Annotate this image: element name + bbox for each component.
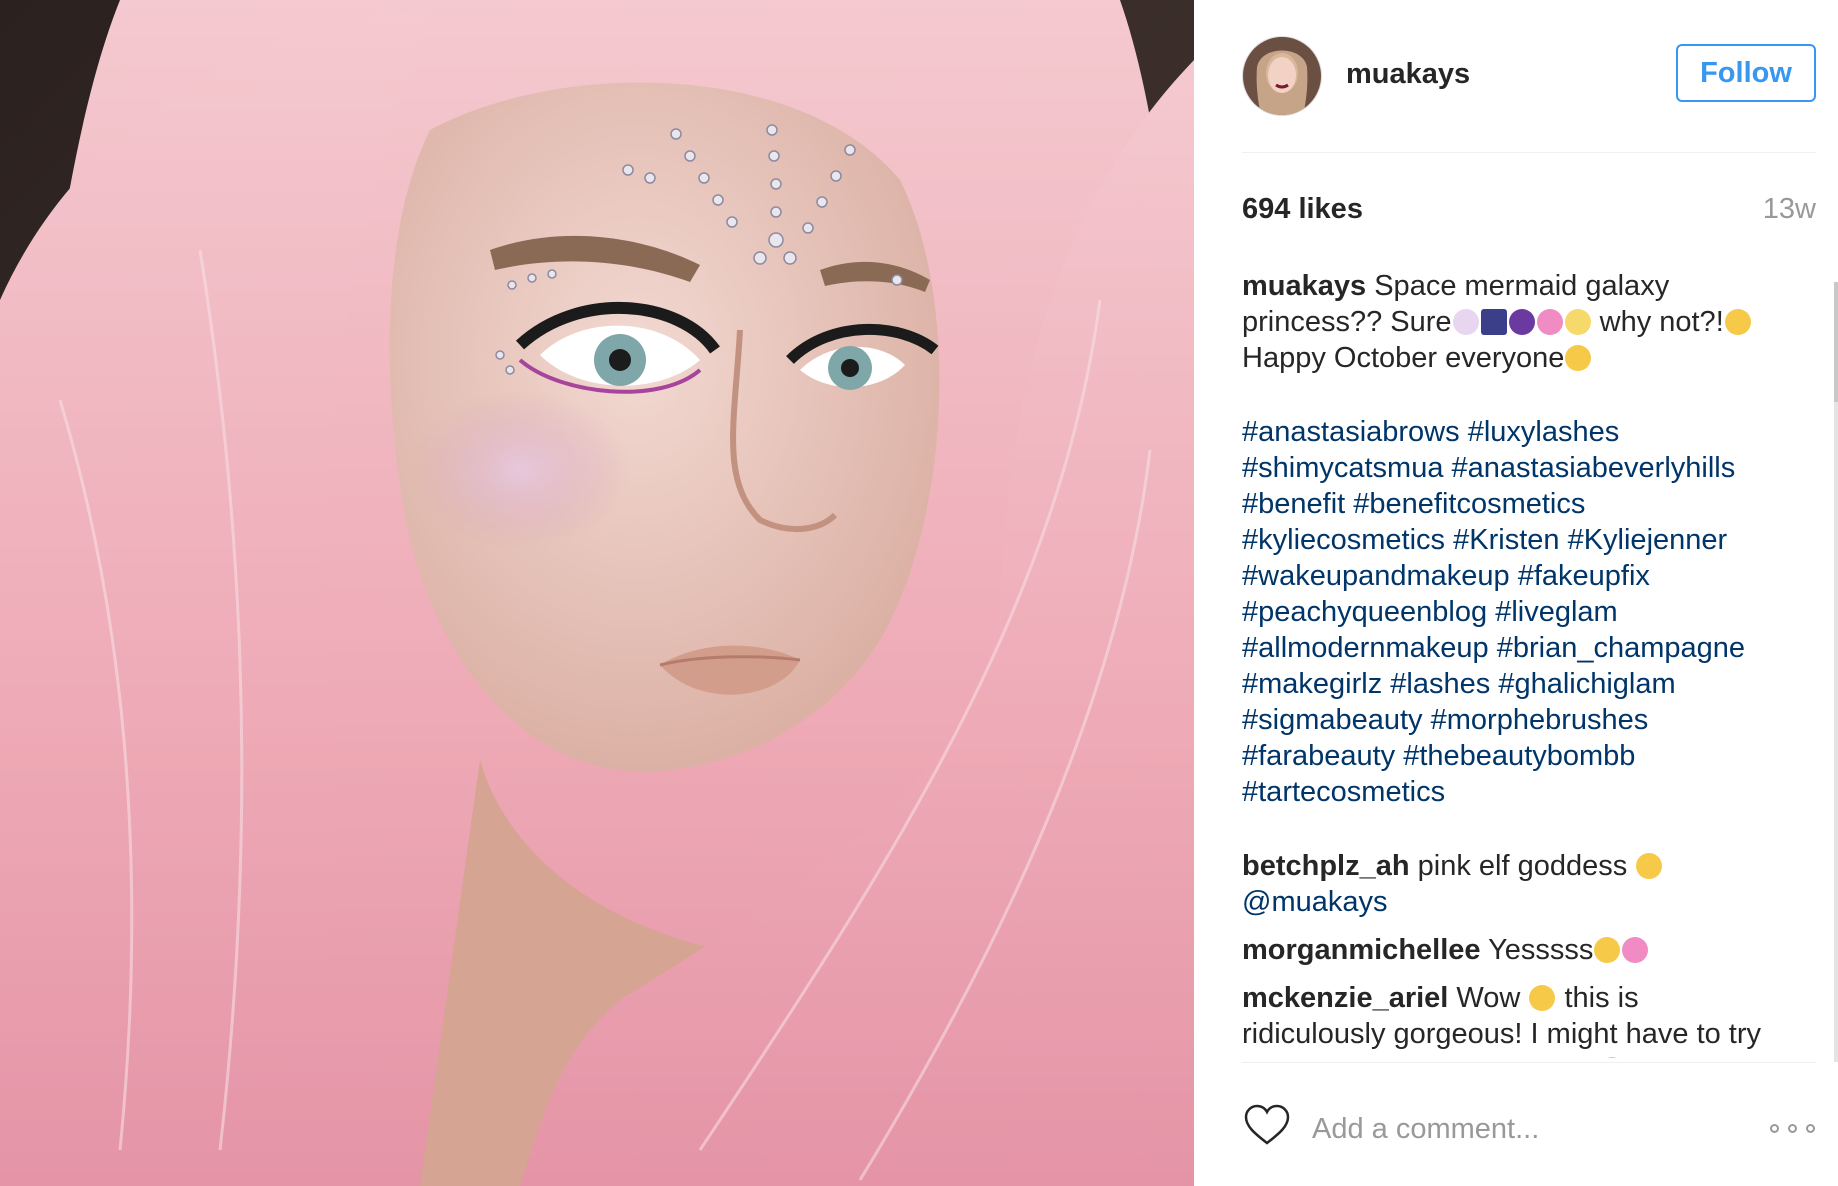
hashtag-link[interactable]: #farabeauty bbox=[1242, 740, 1395, 772]
hashtag-link[interactable]: #ghalichiglam bbox=[1498, 668, 1675, 700]
hashtag-line: #peachyqueenblog #liveglam bbox=[1242, 594, 1782, 630]
comment: morganmichellee Yesssss bbox=[1242, 932, 1782, 968]
hashtag-line: #tartecosmetics bbox=[1242, 774, 1782, 810]
comment-username[interactable]: betchplz_ah bbox=[1242, 850, 1410, 882]
hashtag-link[interactable]: #Kyliejenner bbox=[1568, 524, 1728, 556]
follow-button[interactable]: Follow bbox=[1676, 44, 1816, 102]
post-age[interactable]: 13w bbox=[1763, 193, 1816, 226]
post-header: muakays Follow bbox=[1242, 36, 1816, 116]
caption: muakays Space mermaid galaxy princess?? … bbox=[1242, 268, 1782, 810]
comment-text: Yesssss bbox=[1488, 934, 1594, 966]
heart-icon[interactable] bbox=[1244, 1104, 1290, 1146]
caption-text-2: why not?! bbox=[1591, 306, 1724, 338]
hashtag-line: #kyliecosmetics #Kristen #Kyliejenner bbox=[1242, 522, 1782, 558]
comment-username[interactable]: morganmichellee bbox=[1242, 934, 1481, 966]
comment-text-1: Wow bbox=[1456, 982, 1521, 1014]
wink-emoji bbox=[1565, 345, 1592, 371]
footer-divider bbox=[1242, 1062, 1816, 1063]
caption-text-3: Happy October everyone bbox=[1242, 342, 1565, 374]
post-username[interactable]: muakays bbox=[1346, 58, 1470, 91]
post-side-panel: muakays Follow 694 likes 13w muakays Spa… bbox=[1194, 0, 1838, 1186]
likes-count[interactable]: 694 likes bbox=[1242, 193, 1363, 226]
comments-scrollbar[interactable] bbox=[1834, 282, 1838, 1062]
hashtags: #anastasiabrows #luxylashes #shimycatsmua… bbox=[1242, 414, 1782, 810]
hashtag-link[interactable]: #tartecosmetics bbox=[1242, 776, 1445, 808]
hashtag-link[interactable]: #morphebrushes bbox=[1431, 704, 1649, 736]
heart-eyes-emoji bbox=[1529, 985, 1556, 1011]
hashtag-line: #anastasiabrows #luxylashes bbox=[1242, 414, 1782, 450]
hashtag-link[interactable]: #peachyqueenblog bbox=[1242, 596, 1487, 628]
hashtag-link[interactable]: #sigmabeauty bbox=[1242, 704, 1423, 736]
thinking-face-emoji bbox=[1599, 1057, 1626, 1058]
hashtag-line: #makegirlz #lashes #ghalichiglam bbox=[1242, 666, 1782, 702]
more-options-icon[interactable] bbox=[1770, 1122, 1816, 1136]
hashtag-link[interactable]: #brian_champagne bbox=[1497, 632, 1745, 664]
comment-username[interactable]: mckenzie_ariel bbox=[1242, 982, 1448, 1014]
hashtag-link[interactable]: #allmodernmakeup bbox=[1242, 632, 1489, 664]
weary-face-emoji bbox=[1594, 937, 1621, 963]
hashtag-link[interactable]: #lashes bbox=[1390, 668, 1490, 700]
caption-username[interactable]: muakays bbox=[1242, 270, 1366, 302]
hashtag-link[interactable]: #benefit bbox=[1242, 488, 1345, 520]
hashtag-link[interactable]: #benefitcosmetics bbox=[1353, 488, 1585, 520]
hashtag-link[interactable]: #wakeupandmakeup bbox=[1242, 560, 1510, 592]
hashtag-link[interactable]: #kyliecosmetics bbox=[1242, 524, 1445, 556]
comment: mckenzie_ariel Wow this is ridiculously … bbox=[1242, 980, 1782, 1058]
comment-bar bbox=[1242, 1086, 1816, 1166]
avatar[interactable] bbox=[1242, 36, 1322, 116]
hashtag-link[interactable]: #anastasiabeverlyhills bbox=[1452, 452, 1736, 484]
scrollbar-thumb[interactable] bbox=[1834, 282, 1838, 402]
comment-text: pink elf goddess bbox=[1417, 850, 1628, 882]
tears-of-joy-emoji bbox=[1724, 309, 1751, 335]
sparkles-emoji bbox=[1564, 309, 1591, 335]
hashtag-line: #sigmabeauty #morphebrushes bbox=[1242, 702, 1782, 738]
galaxy-emoji bbox=[1480, 309, 1507, 335]
header-divider bbox=[1242, 152, 1816, 153]
hashtag-line: #benefit #benefitcosmetics bbox=[1242, 486, 1782, 522]
hashtag-link[interactable]: #liveglam bbox=[1495, 596, 1618, 628]
two-hearts-emoji bbox=[1536, 309, 1563, 335]
unicorn-emoji bbox=[1452, 309, 1479, 335]
hashtag-link[interactable]: #makegirlz bbox=[1242, 668, 1382, 700]
heart-eyes-emoji bbox=[1636, 853, 1663, 879]
caption-text: muakays Space mermaid galaxy princess?? … bbox=[1242, 268, 1782, 376]
portrait-image bbox=[0, 0, 1194, 1186]
two-hearts-emoji bbox=[1622, 937, 1649, 963]
comments-list: muakays Space mermaid galaxy princess?? … bbox=[1242, 268, 1782, 1058]
comment: betchplz_ah pink elf goddess @muakays bbox=[1242, 848, 1782, 920]
instagram-post: muakays Follow 694 likes 13w muakays Spa… bbox=[0, 0, 1838, 1186]
hashtag-line: #allmodernmakeup #brian_champagne bbox=[1242, 630, 1782, 666]
post-photo[interactable] bbox=[0, 0, 1194, 1186]
hashtag-link[interactable]: #shimycatsmua bbox=[1242, 452, 1443, 484]
crystal-ball-emoji bbox=[1508, 309, 1535, 335]
hashtag-line: #farabeauty #thebeautybombb bbox=[1242, 738, 1782, 774]
avatar-image bbox=[1243, 37, 1321, 115]
hashtag-link[interactable]: #luxylashes bbox=[1468, 416, 1620, 448]
hashtag-link[interactable]: #Kristen bbox=[1453, 524, 1559, 556]
hashtag-line: #wakeupandmakeup #fakeupfix bbox=[1242, 558, 1782, 594]
hashtag-line: #shimycatsmua #anastasiabeverlyhills bbox=[1242, 450, 1782, 486]
hashtag-link[interactable]: #anastasiabrows bbox=[1242, 416, 1460, 448]
hashtag-link[interactable]: #thebeautybombb bbox=[1403, 740, 1635, 772]
add-comment-input[interactable] bbox=[1310, 1108, 1754, 1150]
hashtag-link[interactable]: #fakeupfix bbox=[1518, 560, 1650, 592]
comment-mention[interactable]: @muakays bbox=[1242, 886, 1387, 918]
